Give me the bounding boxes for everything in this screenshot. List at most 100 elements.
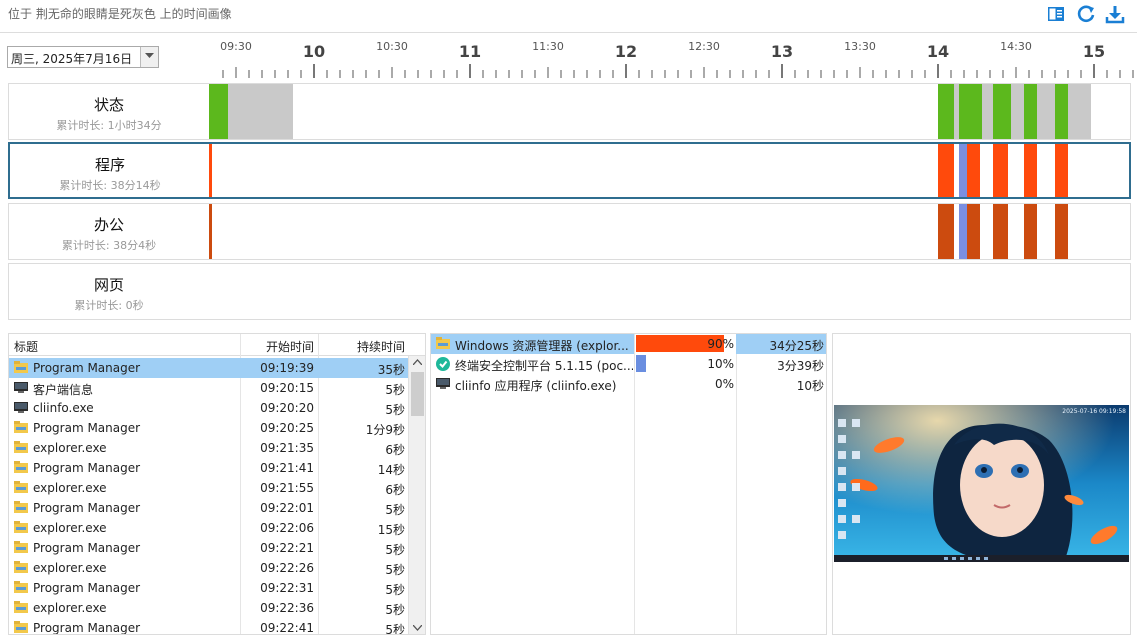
table-header: 标题 开始时间 持续时间	[9, 334, 425, 356]
row-duration: 14秒	[377, 463, 405, 477]
folder-icon	[14, 561, 28, 574]
row-duration: 5秒	[385, 563, 405, 577]
row-start-time: 09:21:55	[260, 481, 314, 495]
page-info: 位于 荆无命的眼睛是死灰色 上的时间画像	[8, 7, 232, 21]
row-duration: 35秒	[377, 363, 405, 377]
usage-percent: 10%	[707, 357, 734, 371]
table-row[interactable]: explorer.exe 09:22:06 15秒	[9, 518, 409, 538]
book-icon[interactable]	[1046, 4, 1066, 24]
timeline-segment[interactable]	[966, 204, 980, 259]
timeline-segment[interactable]	[1055, 204, 1068, 259]
col-title-header[interactable]: 标题	[14, 338, 38, 355]
ruler-hour-label: 15	[1083, 42, 1105, 61]
timeline-segment[interactable]	[209, 144, 213, 197]
program-row[interactable]: cliinfo 应用程序 (cliinfo.exe) 0% 10秒	[431, 374, 826, 394]
table-row[interactable]: Program Manager 09:22:41 5秒	[9, 618, 409, 635]
shield-app-icon	[436, 357, 450, 371]
track-row[interactable]: 程序 累计时长: 38分14秒	[8, 142, 1131, 199]
ruler-hour-label: 10	[303, 42, 325, 61]
desktop-screenshot[interactable]: 2025-07-16 09:19:58	[834, 405, 1129, 562]
timeline-segment[interactable]	[958, 144, 967, 197]
row-start-time: 09:20:25	[260, 421, 314, 435]
track-row[interactable]: 办公 累计时长: 38分4秒	[8, 203, 1131, 260]
download-icon[interactable]	[1105, 4, 1125, 24]
program-name: Windows 资源管理器 (explor...	[455, 339, 629, 353]
table-row[interactable]: Program Manager 09:22:01 5秒	[9, 498, 409, 518]
timeline-segment[interactable]	[209, 204, 213, 259]
col-duration-header[interactable]: 持续时间	[357, 338, 405, 355]
timeline-segment[interactable]	[1010, 84, 1024, 139]
timeline-segment[interactable]	[1023, 84, 1037, 139]
row-title: cliinfo.exe	[33, 401, 94, 415]
table-row[interactable]: Program Manager 09:19:39 35秒	[9, 358, 409, 378]
program-row[interactable]: 终端安全控制平台 5.1.15 (poc... 10% 3分39秒	[431, 354, 826, 374]
track-duration: 累计时长: 0秒	[74, 299, 144, 312]
row-start-time: 09:21:35	[260, 441, 314, 455]
track-name: 状态	[93, 96, 124, 114]
program-row[interactable]: Windows 资源管理器 (explor... 90% 34分25秒	[431, 334, 826, 354]
track-row[interactable]: 状态累计时长: 1小时34分	[8, 83, 1131, 140]
table-row[interactable]: explorer.exe 09:22:36 5秒	[9, 598, 409, 618]
timeline-segment[interactable]	[1055, 144, 1068, 197]
table-row[interactable]: explorer.exe 09:21:55 6秒	[9, 478, 409, 498]
program-usage-list[interactable]: Windows 资源管理器 (explor... 90% 34分25秒 终端安全控制平…	[430, 333, 827, 635]
table-row[interactable]: Program Manager 09:22:31 5秒	[9, 578, 409, 598]
row-start-time: 09:22:41	[260, 621, 314, 635]
track-label: 程序 累计时长: 38分14秒	[10, 144, 210, 197]
table-row[interactable]: Program Manager 09:20:25 1分9秒	[9, 418, 409, 438]
scroll-down-icon[interactable]	[413, 625, 422, 631]
timeline-segment[interactable]	[209, 84, 228, 139]
table-row[interactable]: cliinfo.exe 09:20:20 5秒	[9, 398, 409, 418]
timeline-segment[interactable]	[992, 84, 1011, 139]
time-ruler[interactable]: 10 11 12 13 14 15 09:30 10:30 11:30 12:30 13:30 14:…	[0, 34, 1137, 82]
row-start-time: 09:22:21	[260, 541, 314, 555]
timeline-segment[interactable]	[982, 84, 993, 139]
table-row[interactable]: Program Manager 09:22:21 5秒	[9, 538, 409, 558]
folder-icon	[436, 337, 450, 350]
table-scrollbar[interactable]	[408, 356, 425, 634]
timeline-segment[interactable]	[992, 144, 1009, 197]
timeline-segment[interactable]	[1036, 84, 1055, 139]
timeline-segment[interactable]	[1055, 84, 1068, 139]
track-row[interactable]: 网页 累计时长: 0秒	[8, 263, 1131, 320]
terminal-icon	[14, 401, 28, 414]
table-row[interactable]: 客户端信息 09:20:15 5秒	[9, 378, 409, 398]
table-row[interactable]: explorer.exe 09:21:35 6秒	[9, 438, 409, 458]
table-row[interactable]: Program Manager 09:21:41 14秒	[9, 458, 409, 478]
row-duration: 5秒	[385, 583, 405, 597]
folder-icon	[14, 601, 28, 614]
timeline-segment[interactable]	[992, 204, 1009, 259]
track-label: 状态累计时长: 1小时34分	[9, 84, 209, 139]
scroll-up-icon[interactable]	[413, 359, 422, 365]
timeline-segment[interactable]	[1023, 144, 1037, 197]
timeline-segment[interactable]	[227, 84, 293, 139]
timeline-segment[interactable]	[938, 204, 954, 259]
row-duration: 5秒	[385, 543, 405, 557]
timeline-segment[interactable]	[958, 204, 967, 259]
timeline-segment[interactable]	[938, 144, 954, 197]
col-start-header[interactable]: 开始时间	[266, 338, 314, 355]
row-title: Program Manager	[33, 461, 141, 475]
usage-duration: 3分39秒	[777, 359, 824, 373]
folder-icon	[14, 441, 28, 454]
timeline-segment[interactable]	[1068, 84, 1092, 139]
timeline-segment[interactable]	[938, 84, 954, 139]
timeline-segment[interactable]	[1023, 204, 1037, 259]
track-duration: 累计时长: 1小时34分	[56, 119, 162, 132]
row-duration: 5秒	[385, 383, 405, 397]
row-duration: 6秒	[385, 483, 405, 497]
activity-table[interactable]: 标题 开始时间 持续时间 Program Manager 09:19:39 35秒客…	[8, 333, 426, 635]
row-start-time: 09:22:01	[260, 501, 314, 515]
scroll-thumb[interactable]	[411, 372, 424, 416]
timeline-segment[interactable]	[966, 144, 980, 197]
table-row[interactable]: explorer.exe 09:22:26 5秒	[9, 558, 409, 578]
ruler-hour-label: 12	[615, 42, 637, 61]
usage-percent: 90%	[707, 337, 734, 351]
row-start-time: 09:20:20	[260, 401, 314, 415]
ruler-hour-label: 14	[927, 42, 949, 61]
timeline-segment[interactable]	[958, 84, 983, 139]
row-title: Program Manager	[33, 541, 141, 555]
row-start-time: 09:21:41	[260, 461, 314, 475]
refresh-icon[interactable]	[1076, 4, 1096, 24]
ruler-halfhour-label: 13:30	[844, 40, 876, 53]
